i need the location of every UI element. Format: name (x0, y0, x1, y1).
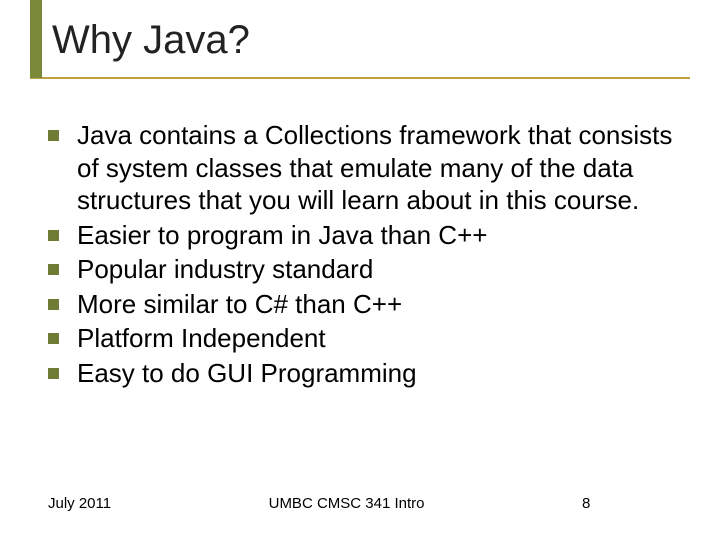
list-item-text: Popular industry standard (77, 253, 373, 286)
footer-center: UMBC CMSC 341 Intro (111, 495, 582, 512)
square-bullet-icon (48, 299, 59, 310)
square-bullet-icon (48, 264, 59, 275)
title-area: Why Java? (30, 0, 690, 79)
list-item: More similar to C# than C++ (48, 288, 684, 321)
list-item-text: Easy to do GUI Programming (77, 357, 417, 390)
footer-page-number: 8 (582, 495, 672, 512)
square-bullet-icon (48, 230, 59, 241)
list-item: Popular industry standard (48, 253, 684, 286)
title-accent-bar (30, 0, 42, 78)
list-item: Easy to do GUI Programming (48, 357, 684, 390)
list-item-text: Easier to program in Java than C++ (77, 219, 487, 252)
body: Java contains a Collections framework th… (30, 119, 690, 389)
list-item: Platform Independent (48, 322, 684, 355)
list-item-text: Java contains a Collections framework th… (77, 119, 684, 217)
slide-title: Why Java? (30, 10, 690, 79)
square-bullet-icon (48, 368, 59, 379)
list-item: Java contains a Collections framework th… (48, 119, 684, 217)
square-bullet-icon (48, 333, 59, 344)
list-item-text: More similar to C# than C++ (77, 288, 402, 321)
footer-date: July 2011 (48, 495, 111, 512)
footer: July 2011 UMBC CMSC 341 Intro 8 (0, 495, 720, 512)
square-bullet-icon (48, 130, 59, 141)
list-item: Easier to program in Java than C++ (48, 219, 684, 252)
slide: Why Java? Java contains a Collections fr… (0, 0, 720, 540)
list-item-text: Platform Independent (77, 322, 326, 355)
